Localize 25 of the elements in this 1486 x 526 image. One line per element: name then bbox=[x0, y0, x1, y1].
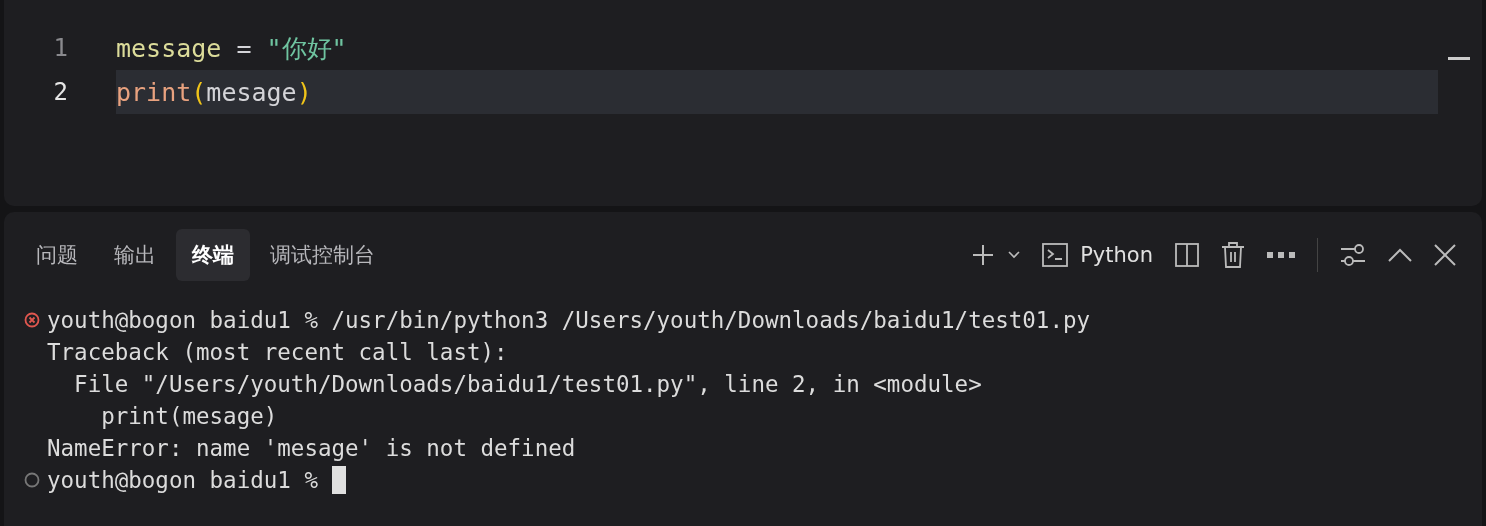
terminal-command: youth@bogon baidu1 % /usr/bin/python3 /Users/youth/Downloads/baidu1/test01.py bbox=[47, 307, 1091, 333]
terminal-name: Python bbox=[1080, 243, 1153, 267]
panel-tab[interactable]: 输出 bbox=[98, 229, 172, 281]
terminal-output: print(mesage) bbox=[100, 403, 278, 429]
terminal-icon bbox=[1042, 243, 1069, 267]
panel-tab[interactable]: 问题 bbox=[20, 229, 94, 281]
line-number: 1 bbox=[52, 34, 68, 62]
chevron-up-icon[interactable] bbox=[1388, 248, 1412, 262]
terminal-command: youth@bogon baidu1 % bbox=[47, 467, 318, 493]
terminal-output: File "/Users/youth/Downloads/baidu1/test01.py", line 2, in <module> bbox=[73, 371, 982, 397]
more-icon[interactable] bbox=[1267, 252, 1295, 258]
trash-icon[interactable] bbox=[1221, 242, 1245, 268]
scrollbar-marker bbox=[1448, 57, 1470, 60]
settings-icon[interactable] bbox=[1340, 243, 1366, 267]
terminal-selector[interactable]: Python bbox=[1042, 243, 1153, 267]
terminal-output: NameError: name 'mesage' is not defined bbox=[47, 435, 576, 461]
code-text: message = "你好" bbox=[116, 32, 348, 65]
chevron-down-icon[interactable] bbox=[1008, 251, 1021, 259]
panel-tab[interactable]: 调试控制台 bbox=[254, 229, 391, 281]
line-number: 2 bbox=[52, 78, 68, 106]
code-text: print(mesage) bbox=[116, 70, 1438, 114]
panel-tab[interactable]: 终端 bbox=[176, 229, 250, 281]
split-icon[interactable] bbox=[1175, 243, 1199, 267]
terminal-output: Traceback (most recent call last): bbox=[47, 339, 508, 365]
close-icon[interactable] bbox=[1434, 244, 1456, 266]
